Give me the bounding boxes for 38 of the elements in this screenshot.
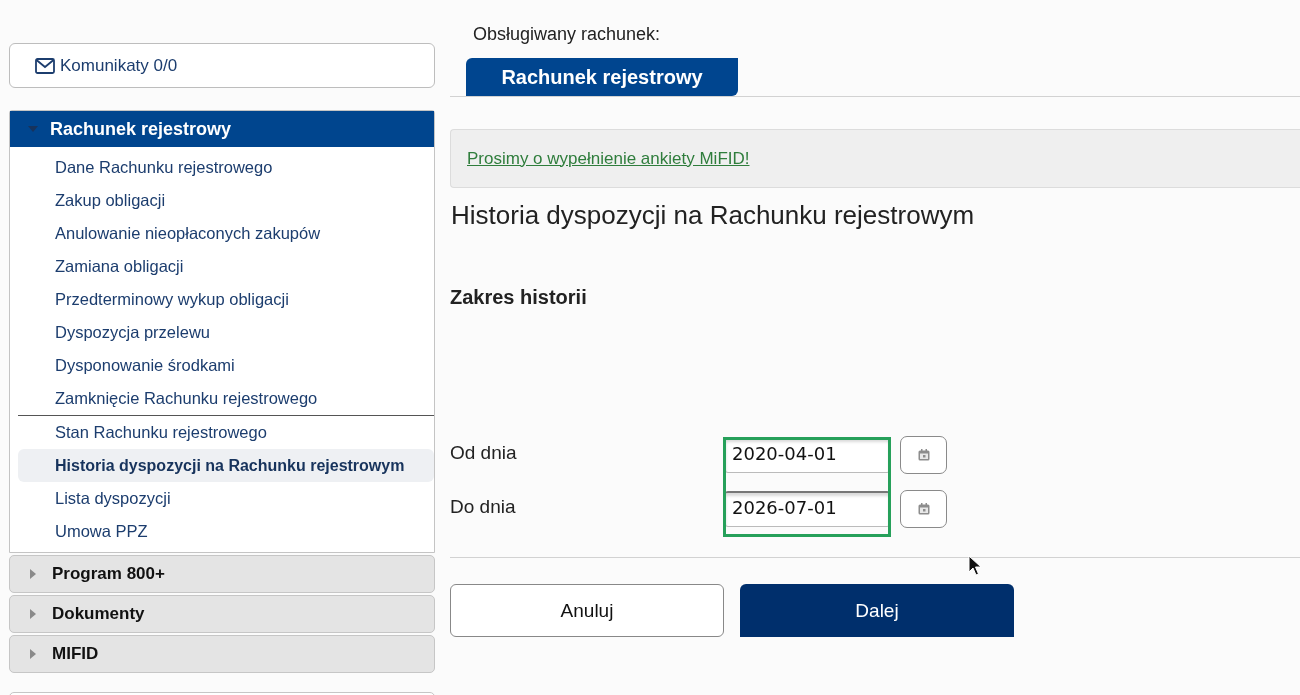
next-button[interactable]: Dalej bbox=[740, 584, 1014, 637]
menu-item[interactable]: Umowa PPZ bbox=[18, 515, 434, 548]
survey-link[interactable]: Prosimy o wypełnienie ankiety MiFID! bbox=[467, 148, 750, 169]
menu-group[interactable]: Dokumenty bbox=[9, 595, 435, 633]
menu-header[interactable]: Rachunek rejestrowy bbox=[10, 111, 434, 147]
date-input[interactable]: 2026-07-01 bbox=[725, 491, 890, 527]
menu-item[interactable]: Historia dyspozycji na Rachunku rejestrowym bbox=[18, 449, 434, 482]
calendar-icon bbox=[917, 503, 930, 515]
menu-item[interactable]: Dane Rachunku rejestrowego bbox=[18, 151, 434, 184]
triangle-down-icon bbox=[28, 126, 38, 132]
messages-box[interactable]: Komunikaty 0/0 bbox=[9, 43, 435, 88]
triangle-right-icon bbox=[30, 569, 36, 579]
menu-item[interactable]: Stan Rachunku rejestrowego bbox=[18, 416, 434, 449]
section-title: Zakres historii bbox=[450, 285, 587, 309]
messages-label: Komunikaty 0/0 bbox=[60, 55, 178, 76]
menu-group[interactable]: Program 800+ bbox=[9, 555, 435, 593]
calendar-icon bbox=[917, 449, 930, 461]
menu-item[interactable]: Dysponowanie środkami bbox=[18, 349, 434, 382]
page-title: Historia dyspozycji na Rachunku rejestrowym bbox=[451, 200, 975, 230]
menu-item[interactable]: Lista dyspozycji bbox=[18, 482, 434, 515]
triangle-right-icon bbox=[30, 649, 36, 659]
triangle-right-icon bbox=[30, 609, 36, 619]
envelope-icon bbox=[35, 57, 55, 74]
account-label: Obsługiwany rachunek: bbox=[473, 23, 661, 45]
menu-group[interactable]: MIFID bbox=[9, 635, 435, 673]
field-label: Do dnia bbox=[450, 496, 517, 518]
menu-item[interactable]: Dyspozycja przelewu bbox=[18, 316, 434, 349]
calendar-button[interactable] bbox=[900, 436, 947, 474]
menu-item[interactable]: Zamknięcie Rachunku rejestrowego bbox=[18, 382, 434, 415]
menu-item[interactable]: Zamiana obligacji bbox=[18, 250, 434, 283]
calendar-button[interactable] bbox=[900, 490, 947, 528]
cancel-button[interactable]: Anuluj bbox=[450, 584, 724, 637]
menu-item[interactable]: Przedterminowy wykup obligacji bbox=[18, 283, 434, 316]
mouse-pointer-icon bbox=[968, 555, 982, 577]
account-tab[interactable]: Rachunek rejestrowy bbox=[466, 58, 738, 96]
menu-item[interactable]: Zakup obligacji bbox=[18, 184, 434, 217]
menu-item[interactable]: Anulowanie nieopłaconych zakupów bbox=[18, 217, 434, 250]
field-label: Od dnia bbox=[450, 442, 518, 464]
